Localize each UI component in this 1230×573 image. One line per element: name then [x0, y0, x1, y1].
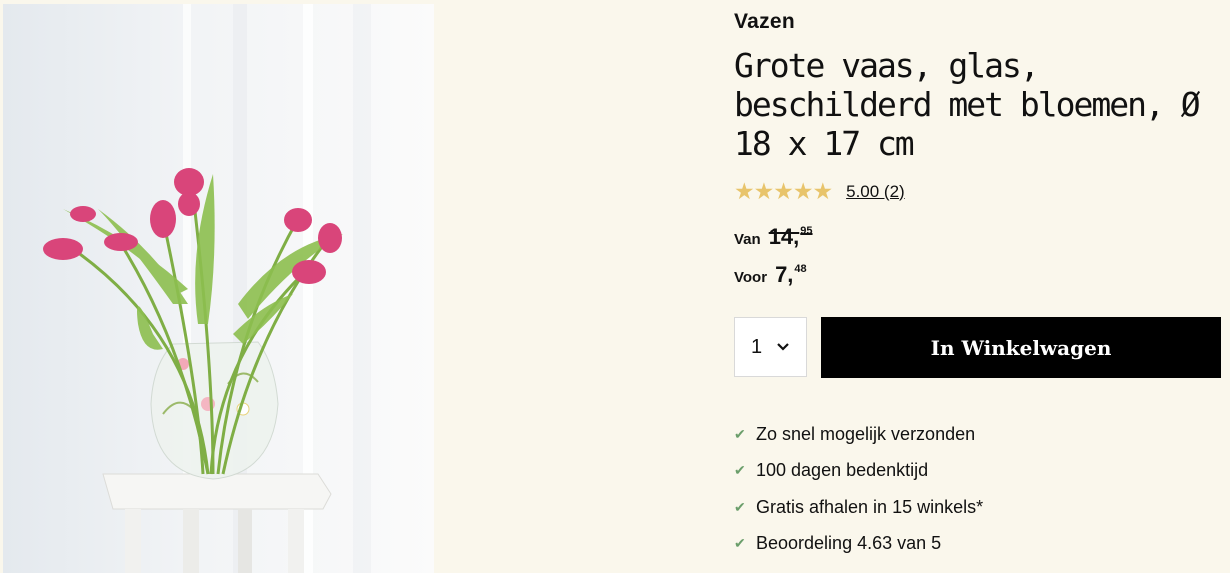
add-to-cart-button[interactable]: In Winkelwagen — [821, 317, 1221, 378]
usp-item: ✔ Zo snel mogelijk verzonden — [734, 423, 976, 444]
usp-list: ✔ Zo snel mogelijk verzonden ✔ 100 dagen b… — [734, 416, 983, 562]
check-icon: ✔ — [734, 498, 746, 515]
quantity-select[interactable]: 1 — [734, 317, 807, 377]
current-price-label: Voor — [734, 269, 768, 286]
quantity-value: 1 — [750, 335, 763, 358]
check-icon: ✔ — [734, 535, 746, 552]
usp-item: ✔ Beoordeling 4.63 van 5 — [734, 533, 942, 554]
product-category[interactable]: Vazen — [734, 10, 795, 34]
old-price-main: 14, — [768, 224, 800, 249]
check-icon: ✔ — [734, 462, 746, 479]
old-price: Van 14,95 — [734, 224, 813, 250]
rating-stars-icon: ★★★★★ — [734, 178, 833, 204]
usp-item: ✔ 100 dagen bedenktijd — [734, 460, 929, 481]
old-price-label: Van — [734, 231, 761, 248]
product-rating: ★★★★★ 5.00 (2) — [734, 178, 905, 205]
product-image[interactable] — [3, 4, 434, 573]
current-price-cents: 48 — [794, 263, 807, 275]
rating-reviews-link[interactable]: 5.00 (2) — [846, 182, 905, 202]
chevron-down-icon — [777, 343, 789, 351]
current-price-main: 7, — [775, 262, 794, 287]
current-price: Voor 7, 48 — [734, 262, 807, 288]
usp-item: ✔ Gratis afhalen in 15 winkels* — [734, 496, 984, 517]
check-icon: ✔ — [734, 425, 746, 442]
product-title: Grote vaas, glas, beschilderd met bloeme… — [734, 46, 1201, 163]
old-price-cents: 95 — [800, 225, 813, 237]
